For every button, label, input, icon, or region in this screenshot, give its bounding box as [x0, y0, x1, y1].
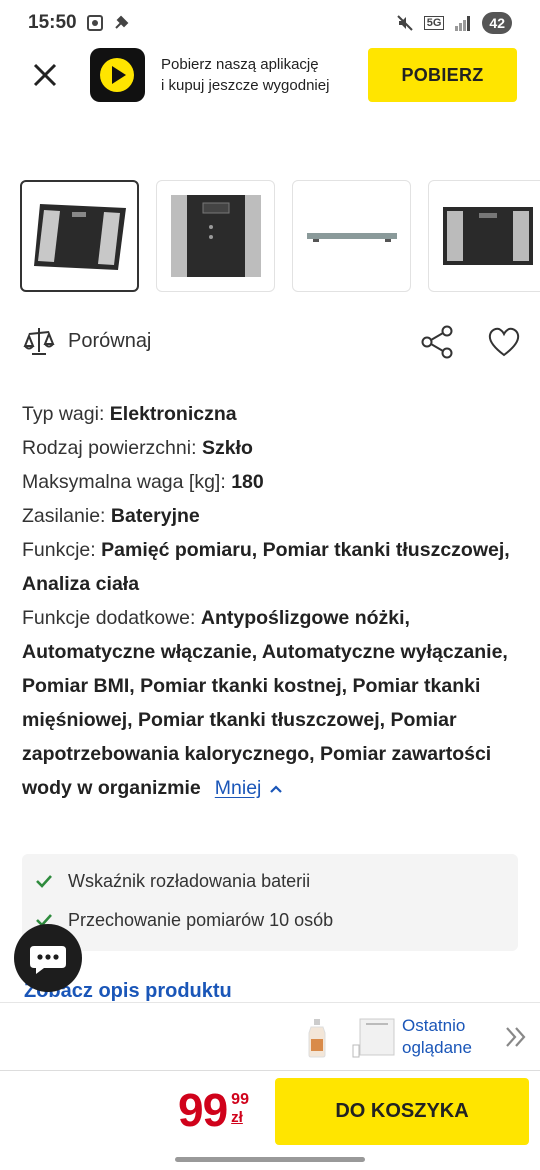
- thumbnail-2[interactable]: [156, 180, 275, 292]
- feature-list: Wskaźnik rozładowania baterii Przechowan…: [22, 854, 518, 951]
- share-icon[interactable]: [419, 324, 455, 360]
- chat-button[interactable]: [14, 924, 82, 992]
- double-chevron-right-icon[interactable]: [504, 1025, 528, 1049]
- status-bar: 15:50 5G 42: [0, 0, 540, 48]
- close-icon[interactable]: [30, 60, 60, 90]
- screenshot-icon: [87, 15, 103, 31]
- network-type: 5G: [423, 16, 445, 30]
- price-cents: 99: [231, 1091, 249, 1108]
- spec-row: Rodzaj powierzchni: Szkło: [22, 437, 253, 459]
- home-indicator[interactable]: [175, 1157, 365, 1162]
- recently-viewed-label[interactable]: Ostatnio oglądane: [402, 1015, 472, 1059]
- spec-row: Funkcje: Pamięć pomiaru, Pomiar tkanki t…: [22, 539, 510, 595]
- app-logo: [90, 48, 145, 102]
- scale-top-closeup-image: [171, 195, 261, 277]
- price-main: 99: [178, 1084, 228, 1136]
- spec-row: Zasilanie: Bateryjne: [22, 505, 200, 527]
- price: 99 99 zł: [178, 1085, 249, 1135]
- scale-front-angled-image: [34, 204, 126, 270]
- chat-icon: [30, 946, 66, 974]
- spec-row: Typ wagi: Elektroniczna: [22, 403, 237, 425]
- add-to-cart-bar: 99 99 zł DO KOSZYKA: [0, 1070, 540, 1152]
- app-download-banner: Pobierz naszą aplikację i kupuj jeszcze …: [0, 48, 540, 104]
- check-icon: [36, 875, 52, 888]
- spec-row: Funkcje dodatkowe: Antypoślizgowe nóżki,…: [22, 607, 508, 799]
- download-app-button[interactable]: POBIERZ: [368, 48, 517, 102]
- spec-row: Maksymalna waga [kg]: 180: [22, 471, 264, 493]
- signal-icon: [455, 16, 471, 31]
- status-time: 15:50: [28, 12, 77, 33]
- product-thumbnails: [20, 180, 540, 292]
- scale-side-view-image: [307, 233, 397, 242]
- battery-icon: 42: [482, 12, 512, 34]
- mute-icon: [397, 15, 413, 31]
- thumbnail-4[interactable]: [428, 180, 540, 292]
- add-to-cart-button[interactable]: DO KOSZYKA: [275, 1078, 529, 1145]
- show-less-link[interactable]: Mniej: [215, 777, 262, 799]
- product-specs: Typ wagi: Elektroniczna Rodzaj powierzch…: [22, 397, 522, 805]
- recent-product-scale-image: [352, 1018, 395, 1058]
- scale-front-image: [443, 207, 533, 265]
- compare-button[interactable]: Porównaj: [68, 330, 151, 353]
- heart-icon[interactable]: [487, 326, 521, 358]
- chevron-up-icon[interactable]: [269, 784, 283, 794]
- thumbnail-1[interactable]: [20, 180, 139, 292]
- banner-text: Pobierz naszą aplikację i kupuj jeszcze …: [161, 56, 330, 94]
- price-currency: zł: [231, 1109, 243, 1126]
- recently-viewed-bar[interactable]: Ostatnio oglądane: [0, 1002, 540, 1070]
- feature-item: Wskaźnik rozładowania baterii: [34, 867, 310, 895]
- thumbnail-3[interactable]: [292, 180, 411, 292]
- play-logo-icon: [100, 58, 134, 92]
- recent-product-bottle-image: [308, 1019, 326, 1058]
- product-actions-row: Porównaj: [22, 322, 522, 362]
- tools-icon: [115, 15, 129, 29]
- compare-scale-icon[interactable]: [22, 324, 56, 358]
